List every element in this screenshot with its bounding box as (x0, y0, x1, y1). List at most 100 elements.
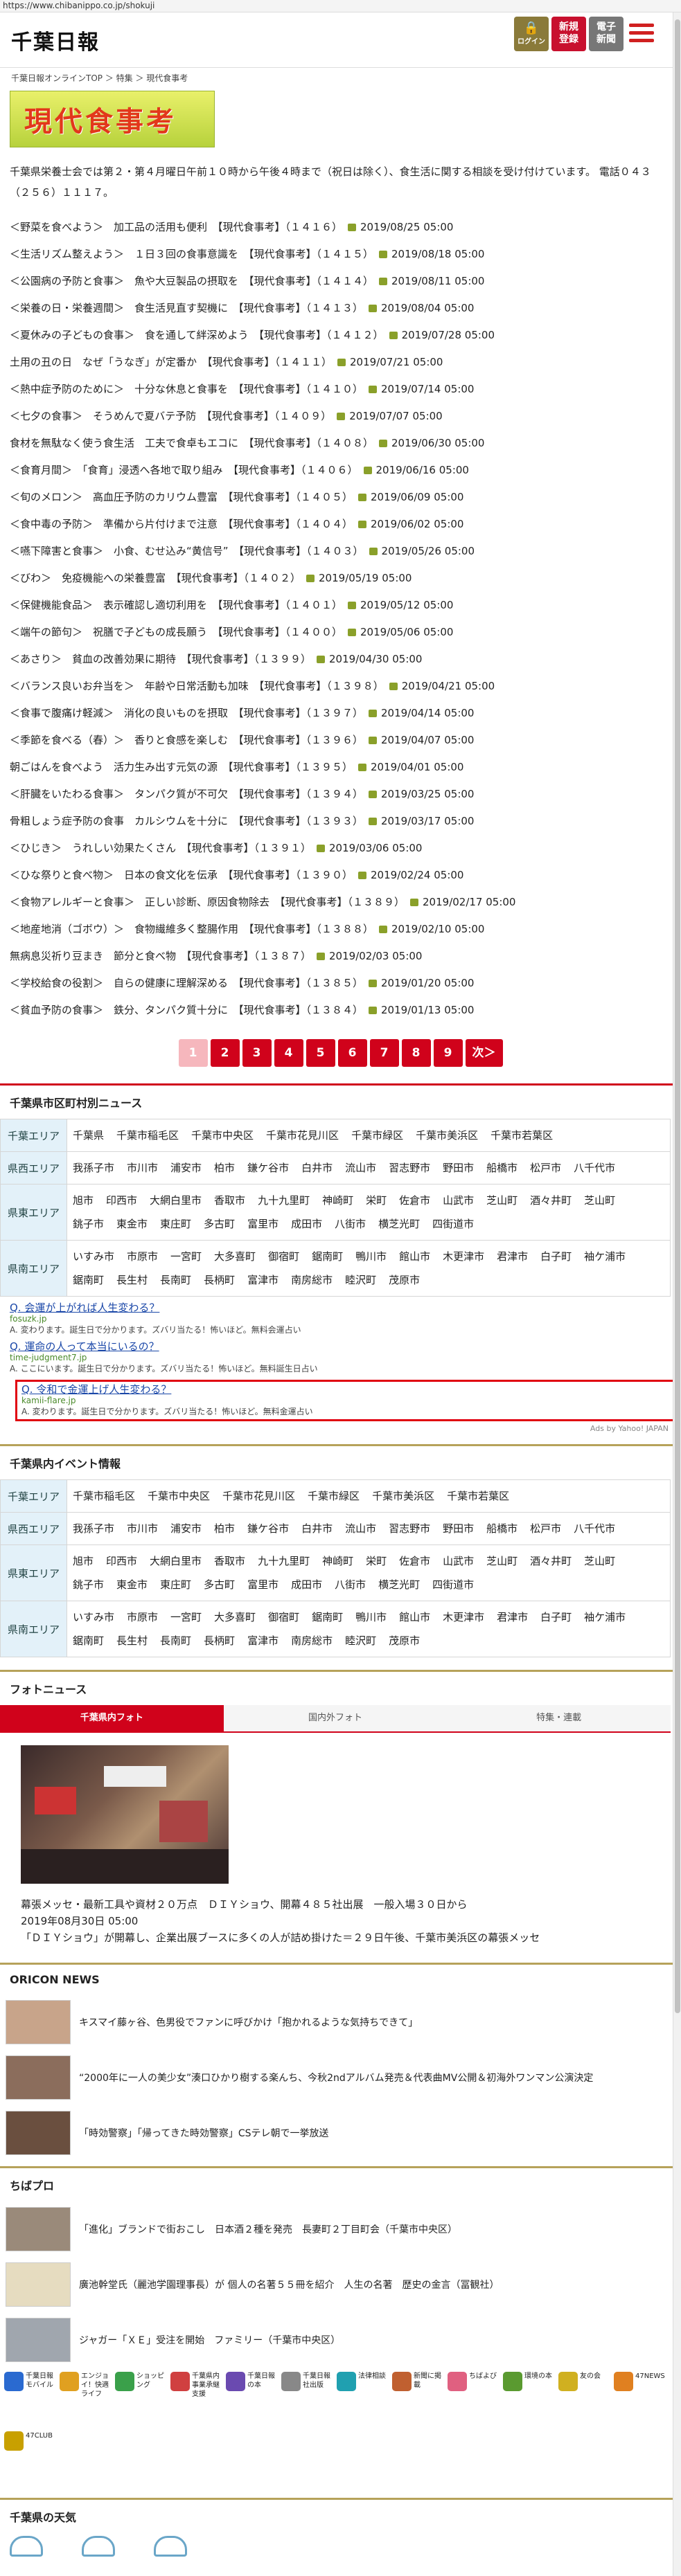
city-link[interactable]: 旭市 (73, 1189, 94, 1212)
service-link[interactable]: ショッピング (115, 2372, 169, 2431)
city-link[interactable]: 一宮町 (170, 1605, 202, 1629)
news-thumbnail[interactable] (6, 2262, 71, 2307)
list-item[interactable]: ＜地産地消（ゴボウ）＞ 食物繊維多く整腸作用 【現代食事考】（１３８８） 2019… (0, 916, 681, 943)
city-link[interactable]: 鴨川市 (355, 1245, 387, 1268)
register-button[interactable]: 新規 登録 (551, 17, 586, 51)
city-link[interactable]: 四街道市 (432, 1212, 474, 1236)
article-title-link[interactable]: 食材を無駄なく使う食生活 工夫で食卓もエコに 【現代食事考】（１４０８） (10, 437, 373, 449)
list-item[interactable]: ＜ひな祭りと食べ物＞ 日本の食文化を伝承 【現代食事考】（１３９０） 2019/0… (0, 862, 681, 889)
article-title-link[interactable]: ＜食中毒の予防＞ 準備から片付けまで注意 【現代食事考】（１４０４） (10, 518, 353, 530)
list-item[interactable]: ＜貧血予防の食事＞ 鉄分、タンパク質十分に 【現代食事考】（１３８４） 2019/… (0, 997, 681, 1024)
page-button[interactable]: 5 (306, 1039, 335, 1067)
city-link[interactable]: 船橋市 (486, 1517, 518, 1540)
list-item[interactable]: ＜公園病の予防と食事＞ 魚や大豆製品の摂取を 【現代食事考】（１４１４） 2019… (0, 268, 681, 295)
city-link[interactable]: 千葉市緑区 (308, 1484, 360, 1508)
article-title-link[interactable]: ＜熱中症予防のために＞ 十分な休息と食事を 【現代食事考】（１４１０） (10, 383, 363, 395)
city-link[interactable]: 御宿町 (268, 1605, 299, 1629)
city-link[interactable]: 茂原市 (389, 1629, 420, 1652)
city-link[interactable]: 香取市 (214, 1549, 245, 1573)
list-item[interactable]: 骨粗しょう症予防の食事 カルシウムを十分に 【現代食事考】（１３９３） 2019/… (0, 808, 681, 835)
list-item[interactable]: ＜食育月間＞ 「食育」浸透へ各地で取り組み 【現代食事考】（１４０６） 2019/… (0, 457, 681, 484)
news-item[interactable]: ジャガー「ＸＥ」受注を開始 ファミリー（千葉市中央区） (0, 2312, 681, 2368)
city-link[interactable]: 酒々井町 (530, 1549, 572, 1573)
news-title-link[interactable]: 「時効警察」「帰ってきた時効警察」CSテレ朝で一挙放送 (79, 2126, 329, 2140)
city-link[interactable]: 山武市 (443, 1189, 474, 1212)
article-title-link[interactable]: ＜野菜を食べよう＞ 加工品の活用も便利 【現代食事考】（１４１６） (10, 221, 342, 233)
city-link[interactable]: 我孫子市 (73, 1156, 114, 1180)
city-link[interactable]: 四街道市 (432, 1573, 474, 1596)
city-link[interactable]: 習志野市 (389, 1156, 430, 1180)
city-link[interactable]: 成田市 (291, 1573, 322, 1596)
article-title-link[interactable]: ＜嚥下障害と食事＞ 小食、むせ込み“黄信号” 【現代食事考】（１４０３） (10, 545, 364, 557)
epaper-button[interactable]: 電子 新聞 (589, 17, 623, 51)
article-title-link[interactable]: ＜肝臓をいたわる食事＞ タンパク質が不可欠 【現代食事考】（１３９４） (10, 788, 363, 800)
list-item[interactable]: ＜学校給食の役割＞ 自らの健康に理解深める 【現代食事考】（１３８５） 2019/… (0, 970, 681, 997)
scrollbar[interactable] (673, 12, 681, 2576)
city-link[interactable]: 白子町 (540, 1245, 572, 1268)
city-link[interactable]: 銚子市 (73, 1573, 104, 1596)
city-link[interactable]: 千葉市稲毛区 (73, 1484, 135, 1508)
city-link[interactable]: 君津市 (497, 1245, 528, 1268)
city-link[interactable]: 千葉市花見川区 (266, 1124, 339, 1147)
city-link[interactable]: 多古町 (204, 1573, 235, 1596)
article-title-link[interactable]: ＜七夕の食事＞ そうめんで夏バテ予防 【現代食事考】（１４０９） (10, 410, 331, 422)
city-link[interactable]: 大網白里市 (150, 1189, 202, 1212)
city-link[interactable]: 印西市 (106, 1189, 137, 1212)
article-title-link[interactable]: 骨粗しょう症予防の食事 カルシウムを十分に 【現代食事考】（１３９３） (10, 815, 363, 827)
article-title-link[interactable]: ＜ひじき＞ うれしい効果たくさん 【現代食事考】（１３９１） (10, 842, 311, 854)
city-link[interactable]: 千葉市美浜区 (416, 1124, 478, 1147)
city-link[interactable]: 松戸市 (530, 1156, 561, 1180)
city-link[interactable]: 千葉市中央区 (148, 1484, 210, 1508)
news-thumbnail[interactable] (6, 2055, 71, 2100)
article-title-link[interactable]: ＜公園病の予防と食事＞ 魚や大豆製品の摂取を 【現代食事考】（１４１４） (10, 275, 373, 287)
city-link[interactable]: 長柄町 (204, 1268, 235, 1292)
city-link[interactable]: 船橋市 (486, 1156, 518, 1180)
city-link[interactable]: 千葉市中央区 (191, 1124, 254, 1147)
list-item[interactable]: ＜夏休みの子どもの食事＞ 食を通して絆深めよう 【現代食事考】（１４１２） 201… (0, 322, 681, 349)
city-link[interactable]: 神崎町 (322, 1189, 353, 1212)
article-title-link[interactable]: ＜端午の節句＞ 祝膳で子どもの成長願う 【現代食事考】（１４００） (10, 626, 342, 638)
article-title-link[interactable]: ＜夏休みの子どもの食事＞ 食を通して絆深めよう 【現代食事考】（１４１２） (10, 329, 384, 341)
scrollbar-thumb[interactable] (675, 19, 680, 2013)
city-link[interactable]: 千葉市緑区 (351, 1124, 403, 1147)
page-button[interactable]: 9 (433, 1039, 463, 1067)
article-title-link[interactable]: ＜あさり＞ 貧血の改善効果に期待 【現代食事考】（１３９９） (10, 653, 311, 665)
service-link[interactable]: 千葉県内事業承継支援 (170, 2372, 224, 2431)
article-title-link[interactable]: ＜栄養の日・栄養週間＞ 食生活見直す契機に 【現代食事考】（１４１３） (10, 302, 363, 314)
service-link[interactable]: 環境の本 (503, 2372, 557, 2431)
city-link[interactable]: 市川市 (127, 1156, 158, 1180)
city-link[interactable]: 白井市 (301, 1156, 333, 1180)
city-link[interactable]: 横芝光町 (378, 1573, 420, 1596)
city-link[interactable]: 佐倉市 (399, 1189, 430, 1212)
news-item[interactable]: 「時効警察」「帰ってきた時効警察」CSテレ朝で一挙放送 (0, 2105, 681, 2161)
article-title-link[interactable]: ＜生活リズム整えよう＞ １日３回の食事意識を 【現代食事考】（１４１５） (10, 248, 373, 260)
city-link[interactable]: 鋸南町 (312, 1245, 343, 1268)
city-link[interactable]: 館山市 (399, 1245, 430, 1268)
city-link[interactable]: 八街市 (335, 1573, 366, 1596)
list-item[interactable]: ＜食事で腹痛け軽減＞ 消化の良いものを摂取 【現代食事考】（１３９７） 2019/… (0, 700, 681, 727)
city-link[interactable]: 富里市 (247, 1212, 278, 1236)
city-link[interactable]: 長生村 (116, 1268, 148, 1292)
city-link[interactable]: 芝山町 (486, 1189, 518, 1212)
city-link[interactable]: 東金市 (116, 1212, 148, 1236)
city-link[interactable]: 印西市 (106, 1549, 137, 1573)
tab-chiba-photo[interactable]: 千葉県内フォト (0, 1705, 224, 1731)
list-item[interactable]: ＜嚥下障害と食事＞ 小食、むせ込み“黄信号” 【現代食事考】（１４０３） 2019… (0, 538, 681, 565)
news-item[interactable]: “2000年に一人の美少女”湊口ひかり樹する楽んち、今秋2ndアルバム発売＆代表… (0, 2050, 681, 2105)
news-item[interactable]: 廣池幹堂氏（麗池学園理事長）が 個人の名著５５冊を紹介 人生の名著 歴史の金言（… (0, 2257, 681, 2312)
article-title-link[interactable]: ＜ひな祭りと食べ物＞ 日本の食文化を伝承 【現代食事考】（１３９０） (10, 869, 353, 881)
service-link[interactable]: ちばよび (448, 2372, 502, 2431)
city-link[interactable]: 千葉県 (73, 1124, 104, 1147)
article-title-link[interactable]: ＜食事で腹痛け軽減＞ 消化の良いものを摂取 【現代食事考】（１３９７） (10, 707, 363, 719)
login-button[interactable]: 🔒 ログイン (514, 17, 549, 51)
city-link[interactable]: 千葉市美浜区 (372, 1484, 434, 1508)
city-link[interactable]: 南房総市 (291, 1629, 333, 1652)
article-title-link[interactable]: ＜食物アレルギーと食事＞ 正しい診断、原因食物除去 【現代食事考】（１３８９） (10, 896, 405, 908)
service-link[interactable]: 友の会 (558, 2372, 612, 2431)
city-link[interactable]: 千葉市花見川区 (222, 1484, 295, 1508)
city-link[interactable]: 神崎町 (322, 1549, 353, 1573)
city-link[interactable]: 睦沢町 (345, 1629, 376, 1652)
city-link[interactable]: 鴨川市 (355, 1605, 387, 1629)
list-item[interactable]: ＜七夕の食事＞ そうめんで夏バテ予防 【現代食事考】（１４０９） 2019/07/… (0, 403, 681, 430)
list-item[interactable]: ＜バランス良いお弁当を＞ 年齢や日常活動も加味 【現代食事考】（１３９８） 201… (0, 673, 681, 700)
